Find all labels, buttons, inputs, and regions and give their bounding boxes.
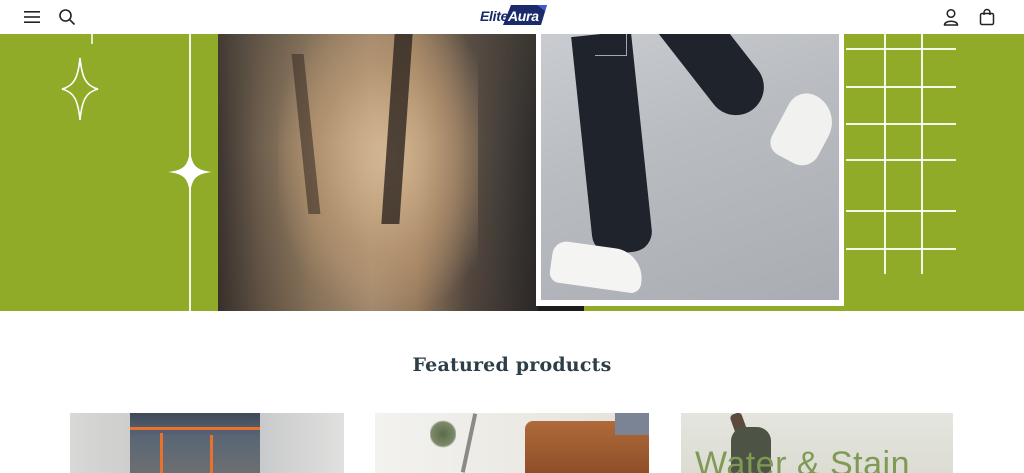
user-account-icon[interactable] bbox=[940, 6, 962, 28]
sparkle-filled-icon bbox=[168, 150, 212, 194]
sparkle-outline-icon bbox=[61, 57, 99, 121]
hamburger-menu-icon[interactable] bbox=[21, 6, 43, 28]
product-card-3-overlay-text: Water & Stain bbox=[695, 445, 910, 473]
product-card-1[interactable] bbox=[70, 413, 344, 473]
brand-logo[interactable]: Elite Aura bbox=[476, 5, 548, 29]
product-card-2[interactable] bbox=[375, 413, 649, 473]
site-header: Elite Aura bbox=[0, 0, 1024, 34]
featured-products-heading: Featured products bbox=[412, 354, 612, 376]
logo-word-aura: Aura bbox=[508, 8, 539, 24]
shopping-bag-icon[interactable] bbox=[976, 6, 998, 28]
hero-photo-sneakers bbox=[541, 34, 843, 300]
product-card-3[interactable]: Water & Stain bbox=[681, 413, 953, 473]
sparkle-top-fragment-icon bbox=[91, 34, 93, 44]
search-icon[interactable] bbox=[56, 6, 78, 28]
hero-dark-strip bbox=[538, 306, 584, 311]
hero-banner[interactable] bbox=[0, 34, 1024, 311]
hero-photo-jacket bbox=[218, 34, 538, 311]
